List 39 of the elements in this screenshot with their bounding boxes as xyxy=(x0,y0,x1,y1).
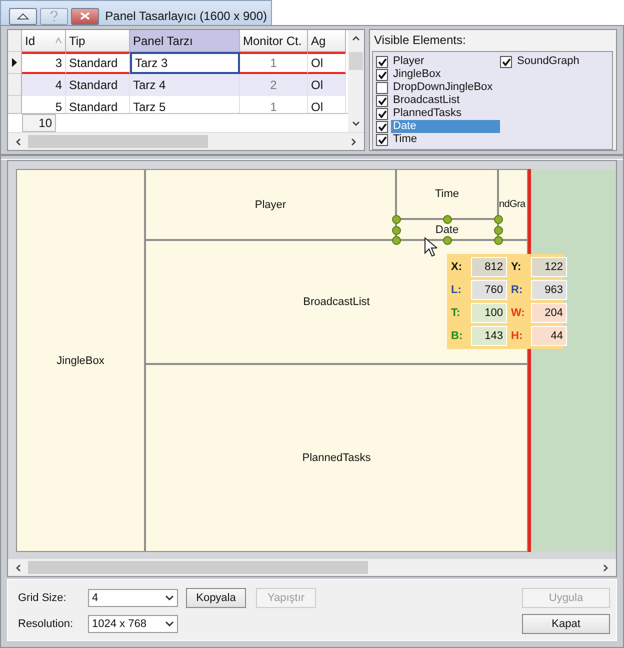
coordinate-value: 44 xyxy=(531,326,567,346)
coordinate-value: 143 xyxy=(471,326,507,346)
panel-label: Date xyxy=(435,224,459,236)
panel-label: JingleBox xyxy=(56,354,104,366)
coordinate-label: X: xyxy=(451,260,463,275)
coordinate-value: 812 xyxy=(471,257,507,277)
coordinate-label: R: xyxy=(511,283,524,298)
table-cell: Standard xyxy=(66,52,130,74)
coordinate-label: T: xyxy=(451,306,462,321)
coordinate-value: 963 xyxy=(531,280,567,300)
coordinate-value: 204 xyxy=(531,303,567,323)
table-cell: Tarz 3 xyxy=(130,52,240,74)
coordinate-label: H: xyxy=(511,329,524,344)
table-cell: Ol xyxy=(308,52,346,74)
field-label: Grid Size: xyxy=(18,592,68,604)
row-count: 10 xyxy=(22,114,56,132)
table-cell: 3 xyxy=(22,52,66,74)
coordinate-label: Y: xyxy=(511,260,522,275)
coordinate-value: 100 xyxy=(471,303,507,323)
panel-label: PlannedTasks xyxy=(302,452,371,464)
table-cell: 1 xyxy=(240,52,308,74)
panel-label: BroadcastList xyxy=(303,296,370,308)
table-cell: Tarz 5 xyxy=(130,96,240,113)
window-title: Panel Tasarlayıcı (1600 x 900) xyxy=(105,9,268,23)
coordinate-value: 122 xyxy=(531,257,567,277)
field-label: Resolution: xyxy=(18,618,74,630)
coordinate-label: L: xyxy=(451,283,462,298)
panel-title: Visible Elements: xyxy=(374,33,467,47)
coordinate-label: B: xyxy=(451,329,464,344)
table-cell: Tarz 4 xyxy=(130,74,240,96)
coordinate-value: 760 xyxy=(471,280,507,300)
table-cell: 4 xyxy=(22,74,66,96)
table-cell: Standard xyxy=(66,74,130,96)
panel-label: Player xyxy=(254,198,286,210)
table-cell: 2 xyxy=(240,74,308,96)
panel-label: Time xyxy=(434,188,460,200)
table-cell: Ol xyxy=(308,74,346,96)
panel-label: ndGra xyxy=(499,199,526,210)
coordinate-label: W: xyxy=(511,306,526,321)
